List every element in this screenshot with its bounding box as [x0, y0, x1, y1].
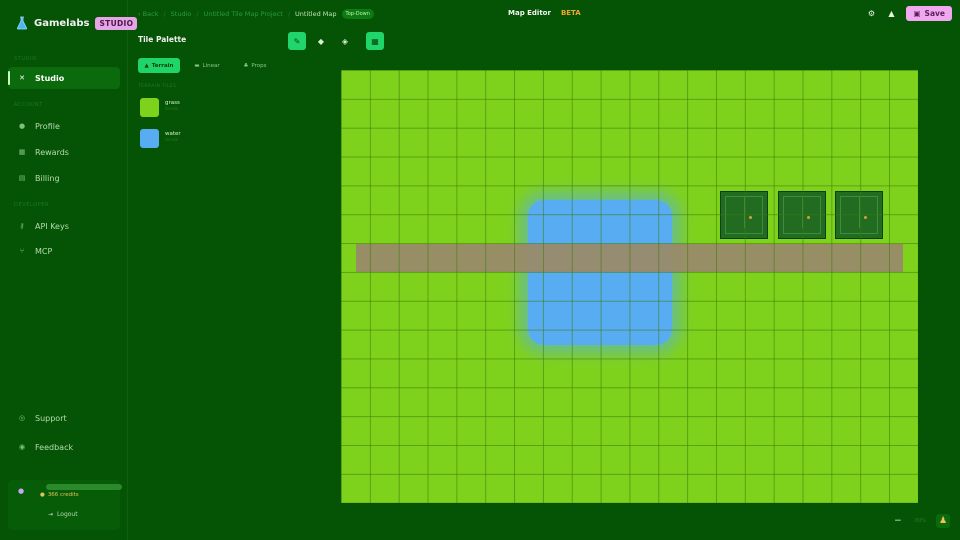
breadcrumb-current: Untitled Map [295, 10, 337, 18]
sidebar-item-billing[interactable]: ▤ Billing [8, 167, 120, 189]
grid-icon: ▦ [371, 36, 379, 46]
breadcrumb-separator: / [287, 10, 291, 18]
section-label-developer: DEVELOPER [14, 202, 50, 208]
tile-type: terrain [165, 106, 179, 111]
key-icon: ⚷ [19, 222, 25, 230]
breadcrumb-studio[interactable]: Studio [171, 10, 192, 18]
sidebar-item-label: Studio [35, 73, 65, 83]
tile-palette-panel: Tile Palette ▲ Terrain ▬ Linear ♣ Props … [134, 30, 276, 530]
tab-label: Props [251, 62, 267, 69]
save-button[interactable]: ▣ Save [906, 6, 952, 21]
tile-grid [341, 70, 918, 503]
tile-info: water terrain [165, 129, 181, 142]
sidebar-item-rewards[interactable]: ▦ Rewards [8, 141, 120, 163]
grass-swatch [140, 98, 159, 117]
view-mode-badge: Top-Down [341, 9, 374, 19]
zoom-controls: − 80% ♟ [891, 514, 950, 528]
sidebar-item-label: MCP [35, 246, 53, 256]
breadcrumb-separator: / [163, 10, 166, 18]
fill-tool[interactable]: ◈ [336, 32, 354, 50]
header-actions: ⚙ ▲ ▣ Save [866, 6, 952, 21]
palette-tabs: ▲ Terrain ▬ Linear ♣ Props [138, 58, 276, 73]
water-swatch [140, 129, 159, 148]
sidebar-item-profile[interactable]: ● Profile [8, 115, 120, 137]
tile-grass[interactable]: grass terrain [140, 98, 180, 117]
tile-info: grass terrain [165, 98, 180, 111]
palette-title: Tile Palette [138, 35, 187, 44]
beta-badge: BETA [560, 9, 581, 17]
flask-logo-icon [16, 16, 28, 30]
credits-label: 366 credits [47, 492, 79, 498]
logout-icon: ⇥ [48, 511, 54, 518]
credits-display: ● 366 credits [40, 492, 79, 498]
linear-icon: ▬ [194, 62, 200, 69]
zoom-out-button[interactable]: − [891, 514, 905, 528]
brand[interactable]: Gamelabs STUDIO [16, 16, 138, 30]
sidebar-item-label: Billing [35, 173, 60, 183]
eraser-icon: ◆ [317, 36, 325, 46]
breadcrumb: ‹ Back / Studio / Untitled Tile Map Proj… [138, 9, 374, 19]
support-icon: ◎ [18, 414, 26, 422]
tab-label: Linear [202, 62, 220, 69]
coin-icon: ● [40, 492, 45, 498]
brush-icon: ✎ [293, 36, 301, 46]
tab-props[interactable]: ♣ Props [234, 58, 276, 73]
editor-title-group: Map Editor BETA [508, 9, 581, 17]
person-icon: ● [18, 122, 26, 130]
map-canvas[interactable] [341, 70, 918, 503]
tab-terrain[interactable]: ▲ Terrain [138, 58, 180, 73]
sidebar-item-support[interactable]: ◎ Support [8, 407, 120, 429]
section-label-studio: STUDIO [14, 56, 37, 62]
sidebar: Gamelabs STUDIO STUDIO ✕ Studio ACCOUNT … [0, 0, 138, 540]
gift-icon: ▦ [18, 148, 26, 156]
sidebar-item-api-keys[interactable]: ⚷ API Keys [8, 215, 120, 237]
map-toolbar: ✎ ◆ ◈ ▦ [288, 32, 384, 50]
save-label: Save [924, 9, 945, 18]
bucket-icon: ◈ [341, 36, 349, 46]
terrain-icon: ▲ [144, 62, 149, 69]
section-label-account: ACCOUNT [14, 102, 43, 108]
sidebar-item-mcp[interactable]: ⑂ MCP [8, 240, 120, 262]
sidebar-item-label: Feedback [35, 442, 74, 452]
tile-type: terrain [165, 137, 179, 142]
studio-icon: ✕ [19, 74, 25, 82]
tab-linear[interactable]: ▬ Linear [186, 58, 228, 73]
export-icon[interactable]: ▲ [886, 9, 896, 19]
sidebar-item-label: Support [35, 413, 67, 423]
props-icon: ♣ [243, 62, 249, 69]
brush-tool[interactable]: ✎ [288, 32, 306, 50]
header: ‹ Back / Studio / Untitled Tile Map Proj… [128, 0, 960, 28]
sidebar-item-feedback[interactable]: ◉ Feedback [8, 436, 120, 458]
sidebar-item-studio[interactable]: ✕ Studio [8, 67, 120, 89]
card-icon: ▤ [18, 174, 26, 182]
user-name-redacted [46, 484, 122, 490]
page-title: Map Editor [508, 9, 551, 17]
palette-section-label: TERRAIN TILES [138, 84, 177, 89]
user-card: ● ● 366 credits ⇥ Logout [8, 480, 122, 530]
chat-icon: ◉ [18, 443, 26, 451]
back-label: Back [142, 10, 159, 18]
zoom-level: 80% [914, 518, 926, 524]
brand-name: Gamelabs [34, 17, 90, 29]
settings-gear-icon[interactable]: ⚙ [866, 9, 876, 19]
branch-icon: ⑂ [19, 247, 25, 255]
logout-label: Logout [57, 511, 78, 518]
sidebar-item-label: API Keys [35, 221, 69, 231]
back-link[interactable]: ‹ Back [138, 10, 158, 18]
avatar: ● [18, 487, 25, 495]
logout-button[interactable]: ⇥ Logout [48, 511, 78, 518]
sidebar-item-label: Rewards [35, 147, 69, 157]
eraser-tool[interactable]: ◆ [312, 32, 330, 50]
breadcrumb-separator: / [196, 10, 199, 18]
tab-label: Terrain [151, 62, 174, 69]
sidebar-item-label: Profile [35, 121, 60, 131]
grid-toggle[interactable]: ▦ [366, 32, 384, 50]
breadcrumb-project[interactable]: Untitled Tile Map Project [204, 10, 283, 18]
save-icon: ▣ [913, 9, 921, 18]
player-icon[interactable]: ♟ [936, 514, 950, 528]
tile-water[interactable]: water terrain [140, 129, 181, 148]
